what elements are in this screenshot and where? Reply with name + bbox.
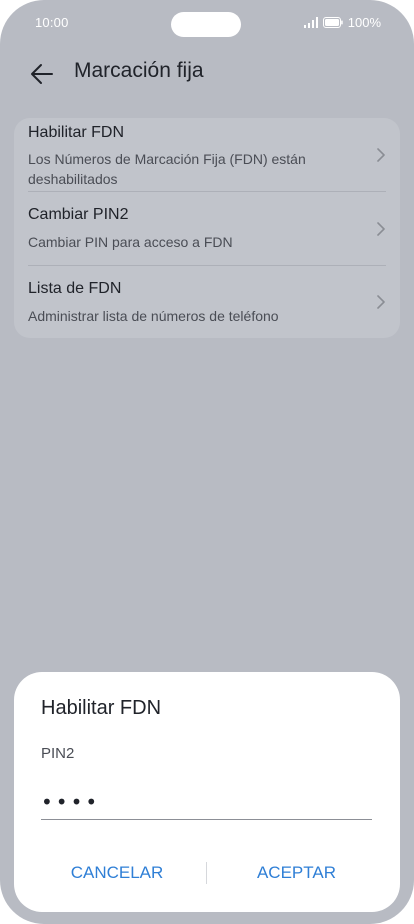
list-item-subtitle: Los Números de Marcación Fija (FDN) está… [28, 151, 306, 187]
accept-button[interactable]: ACEPTAR [254, 858, 339, 888]
settings-card: Habilitar FDN Los Números de Marcación F… [14, 118, 400, 338]
list-item-subtitle: Cambiar PIN para acceso a FDN [28, 234, 233, 250]
list-item-title: Cambiar PIN2 [28, 206, 129, 223]
status-bar: 10:00 100% [0, 0, 414, 46]
list-item-title: Lista de FDN [28, 280, 122, 297]
chevron-right-icon [377, 148, 385, 162]
chevron-right-icon [377, 222, 385, 236]
dialog-actions: CANCELAR ACEPTAR [14, 858, 400, 888]
action-divider [206, 862, 207, 884]
list-item-lista-fdn[interactable]: Lista de FDN Administrar lista de número… [14, 266, 400, 338]
signal-icon [303, 16, 318, 28]
pin2-input[interactable] [41, 785, 372, 820]
app-header: Marcación fija [0, 56, 414, 92]
list-item-cambiar-pin2[interactable]: Cambiar PIN2 Cambiar PIN para acceso a F… [14, 192, 400, 265]
status-indicators: 100% [303, 14, 381, 30]
page-title: Marcación fija [74, 59, 204, 82]
pin2-label: PIN2 [41, 745, 75, 762]
screen: 10:00 100% Marcación fija Habilitar FDN … [0, 0, 414, 924]
back-arrow-icon[interactable] [28, 60, 56, 88]
battery-percent: 100% [347, 14, 381, 30]
status-time: 10:00 [35, 15, 69, 30]
phone-frame: 10:00 100% Marcación fija Habilitar FDN … [0, 0, 414, 924]
enable-fdn-dialog: Habilitar FDN PIN2 CANCELAR ACEPTAR [14, 672, 400, 912]
camera-notch [171, 12, 241, 37]
list-item-subtitle: Administrar lista de números de teléfono [28, 308, 279, 324]
battery-icon [322, 16, 343, 28]
chevron-right-icon [377, 295, 385, 309]
list-item-habilitar-fdn[interactable]: Habilitar FDN Los Números de Marcación F… [14, 118, 400, 191]
list-item-title: Habilitar FDN [28, 124, 125, 141]
cancel-button[interactable]: CANCELAR [67, 858, 167, 888]
dialog-title: Habilitar FDN [41, 697, 162, 719]
